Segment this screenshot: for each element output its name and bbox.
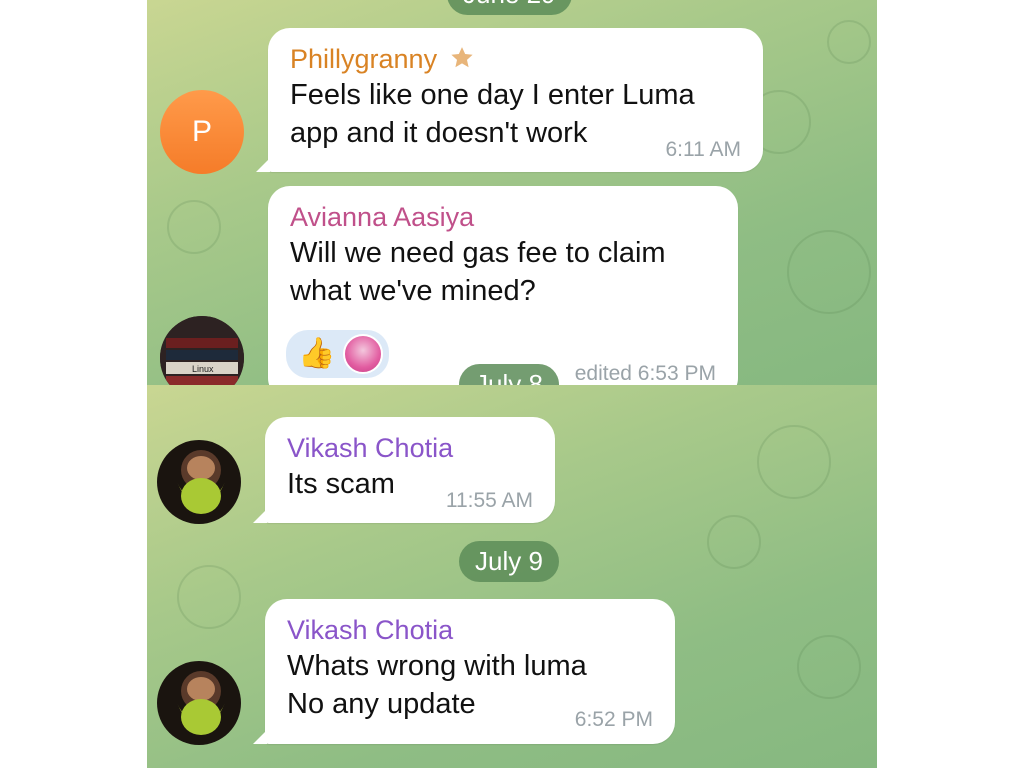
bearded-man-avatar [157, 440, 241, 524]
chat-screenshot-bottom: Vikash Chotia Its scam 11:55 AM July 9 V… [147, 385, 877, 768]
reactor-avatar [343, 334, 384, 374]
message-text: Whats wrong with luma [287, 650, 587, 682]
thumbs-up-icon: 👍 [298, 337, 336, 370]
message-sender: Vikash Chotia [287, 615, 454, 645]
message-sender: Avianna Aasiya [290, 202, 475, 232]
date-pill-july9: July 9 [459, 541, 559, 582]
date-pill-top: June 29 [447, 0, 572, 15]
message-bubble[interactable]: Avianna Aasiya Will we need gas fee to c… [268, 186, 738, 385]
message-time: 11:55 AM [445, 489, 533, 512]
message-text: Feels like one day I enter Luma [290, 79, 695, 111]
chat-screenshot-top: June 29 P Phillygranny Feels like one da… [147, 0, 877, 385]
message-time: 6:52 PM [574, 708, 653, 731]
message-sender: Vikash Chotia [287, 433, 454, 463]
message-time: 6:11 AM [665, 138, 742, 161]
date-pill-middle: July 8 [459, 364, 559, 385]
avatar-text: Linux [192, 364, 214, 374]
avatar[interactable]: Linux [160, 316, 244, 385]
avatar[interactable]: P [160, 90, 244, 174]
avatar-letter: P [191, 115, 212, 148]
reaction-chip[interactable]: 👍 [286, 330, 390, 378]
avatar[interactable] [157, 440, 241, 524]
message-bubble[interactable]: Phillygranny Feels like one day I enter … [256, 28, 763, 172]
message-sender: Phillygranny [290, 42, 741, 76]
message-bubble[interactable]: Vikash Chotia Its scam 11:55 AM [253, 417, 555, 523]
bearded-man-avatar [157, 661, 241, 745]
avatar[interactable] [157, 661, 241, 745]
message-text: what we've mined? [290, 275, 536, 307]
message-time: edited 6:53 PM [574, 362, 716, 385]
message-bubble[interactable]: Vikash Chotia Whats wrong with luma No a… [253, 599, 675, 744]
linux-books-avatar: Linux [160, 316, 244, 385]
message-text: Will we need gas fee to claim [290, 237, 666, 269]
star-icon [450, 47, 473, 68]
